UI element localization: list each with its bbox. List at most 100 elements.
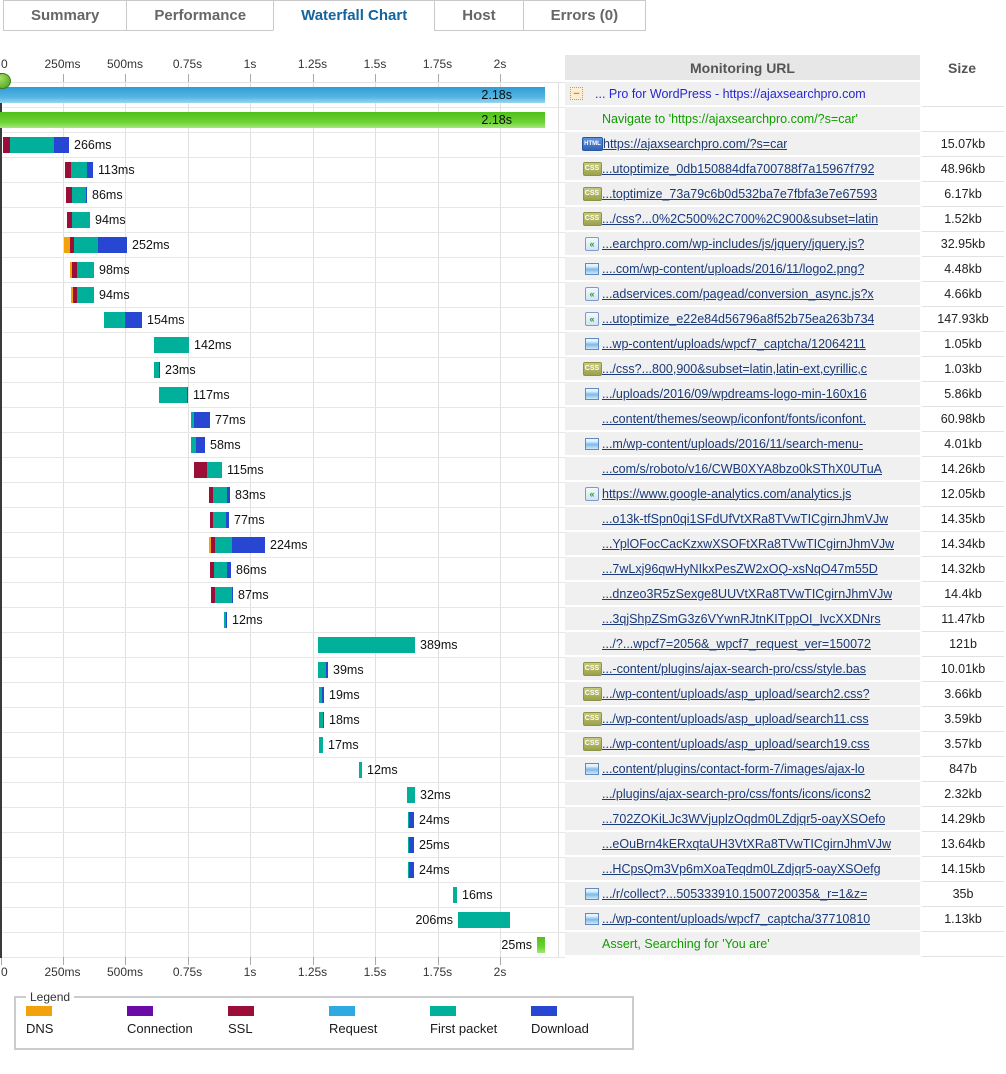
bar-duration-label: 94ms <box>95 212 126 228</box>
waterfall-row: 77ms <box>0 408 565 433</box>
monitoring-url-cell: .../wp-content/uploads/wpcf7_captcha/377… <box>565 907 920 930</box>
request-url-link[interactable]: ...3qjShpZSmG3z6VYwnRJtnKITppOI_IvcXXDNr… <box>602 612 881 626</box>
table-row: CSS...toptimize_73a79c6b0d532ba7e7fbfa3e… <box>565 182 1006 207</box>
request-url-link[interactable]: .../wp-content/uploads/asp_upload/search… <box>602 687 870 701</box>
request-url-link[interactable]: .../?...wpcf7=2056&_wpcf7_request_ver=15… <box>602 637 871 651</box>
monitoring-url-cell: −... Pro for WordPress - https://ajaxsea… <box>565 82 920 105</box>
tab-summary[interactable]: Summary <box>3 0 126 31</box>
legend-label: Download <box>531 1021 632 1036</box>
request-url-link[interactable]: .../uploads/2016/09/wpdreams-logo-min-16… <box>602 387 867 401</box>
monitoring-url-cell: ...7wLxj96qwHyNIkxPesZW2xOQ-xsNqO47m55D <box>565 557 920 580</box>
request-bar <box>408 812 414 828</box>
request-url-link[interactable]: ...HCpsQm3Vp6mXoaTeqdm0LZdjqr5-oayXSOefg <box>602 862 881 876</box>
request-url-link[interactable]: https://www.google-analytics.com/analyti… <box>602 487 851 501</box>
request-url-link[interactable]: .../css?...800,900&subset=latin,latin-ex… <box>602 362 867 376</box>
image-file-icon <box>585 913 599 925</box>
request-url-link[interactable]: .../r/collect?...505333910.1500720035&_r… <box>602 887 867 901</box>
monitoring-url-cell: CSS.../wp-content/uploads/asp_upload/sea… <box>565 682 920 705</box>
request-bar <box>210 512 229 528</box>
waterfall-row: 86ms <box>0 183 565 208</box>
bar-segment-green <box>537 937 545 953</box>
script-file-icon: « <box>585 237 599 251</box>
request-url-link[interactable]: ...utoptimize_e22e84d56796a8f52b75ea263b… <box>602 312 874 326</box>
column-header-monitoring-url: Monitoring URL <box>565 55 920 80</box>
tab-performance[interactable]: Performance <box>126 0 273 31</box>
bar-segment-firstpacket <box>10 137 54 153</box>
waterfall-row: 252ms <box>0 233 565 258</box>
size-cell: 1.05kb <box>922 332 1004 357</box>
request-url-link[interactable]: ...wp-content/uploads/wpcf7_captcha/1206… <box>602 337 866 351</box>
bar-segment-download <box>125 312 142 328</box>
file-type-icon-slot: « <box>582 487 602 501</box>
request-url-link[interactable]: ...utoptimize_0db150884dfa700788f7a15967… <box>602 162 874 176</box>
bar-segment-firstpacket <box>453 887 457 903</box>
table-row: CSS.../css?...0%2C500%2C700%2C900&subset… <box>565 207 1006 232</box>
request-url-link[interactable]: .../wp-content/uploads/asp_upload/search… <box>602 737 870 751</box>
request-url-link[interactable]: ...YplOFocCacKzxwXSOFtXRa8TVwTICgirnJhmV… <box>602 537 894 551</box>
axis-tick-mark <box>438 74 439 82</box>
request-url-link[interactable]: ...eOuBrn4kERxqtaUH3VtXRa8TVwTICgirnJhmV… <box>602 837 891 851</box>
request-bar <box>319 737 323 753</box>
dns-color-swatch <box>26 1006 52 1016</box>
css-file-icon: CSS <box>583 212 602 226</box>
table-row: .../r/collect?...505333910.1500720035&_r… <box>565 882 1006 907</box>
request-bar <box>359 762 362 778</box>
transaction-title: ... Pro for WordPress - https://ajaxsear… <box>595 87 866 101</box>
bar-duration-label: 142ms <box>194 337 232 353</box>
request-url-link[interactable]: ...o13k-tfSpn0qi1SFdUfVtXRa8TVwTICgirnJh… <box>602 512 888 526</box>
request-url-link[interactable]: .../wp-content/uploads/wpcf7_captcha/377… <box>602 912 870 926</box>
monitoring-url-cell: .../plugins/ajax-search-pro/css/fonts/ic… <box>565 782 920 805</box>
axis-tick-label: 0 <box>1 965 8 979</box>
bar-segment-download <box>409 812 414 828</box>
bar-duration-label: 117ms <box>193 387 230 403</box>
bar-duration-label: 19ms <box>329 687 360 703</box>
bar-segment-firstpacket <box>104 312 125 328</box>
column-header-size: Size <box>922 55 1002 80</box>
request-url-link[interactable]: ...toptimize_73a79c6b0d532ba7e7fbfa3e7e6… <box>602 187 877 201</box>
navigate-step-label: Navigate to 'https://ajaxsearchpro.com/?… <box>602 112 858 126</box>
request-url-link[interactable]: ...earchpro.com/wp-includes/js/jquery/jq… <box>602 237 864 251</box>
request-url-link[interactable]: ...dnzeo3R5zSexge8UUVtXRa8TVwTICgirnJhmV… <box>602 587 892 601</box>
request-bar <box>408 837 414 853</box>
monitoring-url-cell: «...adservices.com/pagead/conversion_asy… <box>565 282 920 305</box>
monitoring-url-cell: ...HCpsQm3Vp6mXoaTeqdm0LZdjqr5-oayXSOefg <box>565 857 920 880</box>
css-file-icon: CSS <box>583 687 602 701</box>
collapse-toggle-icon[interactable]: − <box>570 87 583 100</box>
table-row: CSS...-content/plugins/ajax-search-pro/c… <box>565 657 1006 682</box>
tab-waterfall-chart[interactable]: Waterfall Chart <box>273 0 434 31</box>
request-table: −... Pro for WordPress - https://ajaxsea… <box>565 82 1006 957</box>
waterfall-row: 2.18s <box>0 83 565 108</box>
bar-segment-download <box>98 237 127 253</box>
axis-tick-mark <box>375 957 376 965</box>
request-url-link[interactable]: .../wp-content/uploads/asp_upload/search… <box>602 712 869 726</box>
image-file-icon <box>585 888 599 900</box>
table-row: .../plugins/ajax-search-pro/css/fonts/ic… <box>565 782 1006 807</box>
request-bar <box>319 687 324 703</box>
table-row: .../wp-content/uploads/wpcf7_captcha/377… <box>565 907 1006 932</box>
file-type-icon-slot: CSS <box>582 362 602 376</box>
waterfall-row: 16ms <box>0 883 565 908</box>
size-cell: 60.98kb <box>922 407 1004 432</box>
request-url-link[interactable]: https://ajaxsearchpro.com/?s=car <box>603 137 787 151</box>
request-url-link[interactable]: ...adservices.com/pagead/conversion_asyn… <box>602 287 874 301</box>
bar-duration-label: 224ms <box>270 537 308 553</box>
tab-errors-0[interactable]: Errors (0) <box>523 0 647 31</box>
axis-tick-label: 0.75s <box>173 965 202 979</box>
request-url-link[interactable]: ...702ZOKiLJc3WVjuplzOqdm0LZdjqr5-oayXSO… <box>602 812 885 826</box>
request-url-link[interactable]: ...-content/plugins/ajax-search-pro/css/… <box>602 662 866 676</box>
request-url-link[interactable]: ...com/s/roboto/v16/CWB0XYA8bzo0kSThX0UT… <box>602 462 882 476</box>
request-url-link[interactable]: ...7wLxj96qwHyNIkxPesZW2xOQ-xsNqO47m55D <box>602 562 878 576</box>
legend-label: DNS <box>26 1021 127 1036</box>
request-url-link[interactable]: ...content/plugins/contact-form-7/images… <box>602 762 865 776</box>
file-type-icon-slot: CSS <box>582 662 602 676</box>
request-url-link[interactable]: ...content/themes/seowp/iconfont/fonts/i… <box>602 412 866 426</box>
request-bar <box>194 462 222 478</box>
request-url-link[interactable]: ....com/wp-content/uploads/2016/11/logo2… <box>602 262 864 276</box>
request-url-link[interactable]: ...m/wp-content/uploads/2016/11/search-m… <box>602 437 863 451</box>
request-url-link[interactable]: .../plugins/ajax-search-pro/css/fonts/ic… <box>602 787 871 801</box>
axis-tick-mark <box>125 74 126 82</box>
bar-duration-label: 115ms <box>227 462 264 478</box>
tab-host[interactable]: Host <box>434 0 522 31</box>
bar-segment-download <box>322 687 324 703</box>
request-url-link[interactable]: .../css?...0%2C500%2C700%2C900&subset=la… <box>602 212 878 226</box>
